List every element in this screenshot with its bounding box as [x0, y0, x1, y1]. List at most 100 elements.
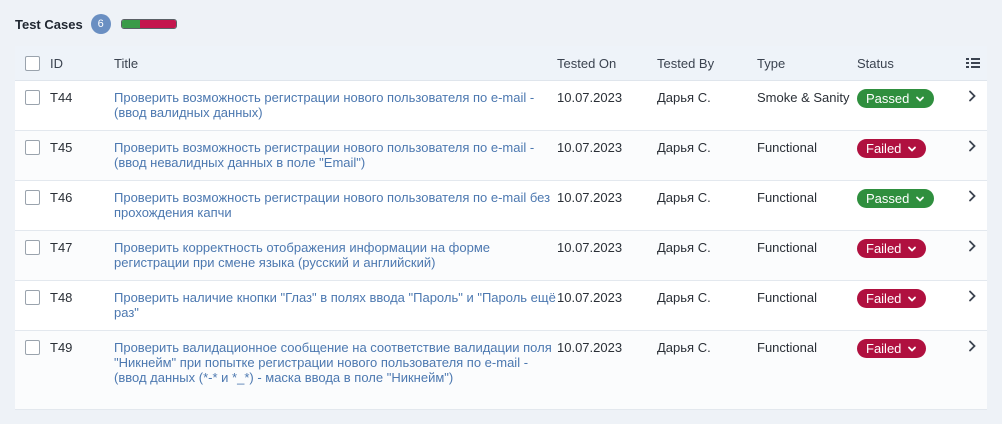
row-title-link[interactable]: Проверить возможность регистрации нового… [114, 90, 557, 120]
row-type: Functional [757, 290, 817, 305]
row-tested-by: Дарья С. [657, 90, 711, 105]
progress-failed-segment [139, 20, 176, 28]
row-tested-on: 10.07.2023 [557, 240, 623, 255]
column-header-title[interactable]: Title [114, 56, 557, 71]
row-type: Functional [757, 340, 817, 355]
row-tested-by: Дарья С. [657, 340, 711, 355]
row-id: T49 [50, 340, 73, 355]
row-tested-by: Дарья С. [657, 140, 711, 155]
row-checkbox[interactable] [24, 240, 40, 255]
columns-list-icon [965, 58, 980, 68]
row-tested-by: Дарья С. [657, 240, 711, 255]
table-row[interactable]: T49 Проверить валидационное сообщение на… [15, 331, 987, 410]
chevron-right-icon [969, 340, 976, 352]
row-tested-by: Дарья С. [657, 290, 711, 305]
chevron-right-icon [969, 190, 976, 202]
row-status-cell: Passed [857, 189, 957, 208]
status-dropdown[interactable]: Passed [857, 189, 935, 208]
status-label: Passed [866, 91, 910, 106]
chevron-down-icon [916, 96, 925, 102]
column-header-type[interactable]: Type [757, 56, 857, 71]
count-badge: 6 [90, 14, 111, 34]
row-open-button[interactable] [957, 90, 988, 102]
column-header-status[interactable]: Status [857, 56, 957, 71]
chevron-down-icon [908, 246, 917, 252]
row-status-cell: Failed [857, 139, 957, 158]
row-type: Functional [757, 190, 817, 205]
chevron-down-icon [908, 146, 917, 152]
row-type: Functional [757, 140, 817, 155]
page-title: Test Cases [15, 16, 83, 32]
test-cases-table: ID Title Tested On Tested By Type Status… [15, 46, 987, 410]
status-label: Failed [866, 341, 902, 356]
row-checkbox[interactable] [24, 290, 40, 305]
row-id: T47 [50, 240, 73, 255]
row-title-link[interactable]: Проверить возможность регистрации нового… [114, 190, 557, 220]
row-select-cell [15, 340, 49, 355]
row-title-link[interactable]: Проверить корректность отображения инфор… [114, 240, 557, 270]
row-title-link[interactable]: Проверить валидационное сообщение на соо… [114, 340, 557, 385]
table-row[interactable]: T47 Проверить корректность отображения и… [15, 231, 987, 281]
column-header-tested-by[interactable]: Tested By [657, 56, 757, 71]
row-status-cell: Failed [857, 239, 957, 258]
row-tested-on: 10.07.2023 [557, 90, 623, 105]
table-row[interactable]: T48 Проверить наличие кнопки "Глаз" в по… [15, 281, 987, 331]
row-tested-by: Дарья С. [657, 190, 711, 205]
row-id: T45 [50, 140, 73, 155]
column-header-id[interactable]: ID [49, 56, 114, 71]
row-title-link[interactable]: Проверить наличие кнопки "Глаз" в полях … [114, 290, 557, 320]
row-status-cell: Failed [857, 289, 957, 308]
chevron-right-icon [969, 140, 976, 152]
status-label: Passed [866, 191, 910, 206]
row-open-button[interactable] [957, 140, 988, 152]
row-tested-on: 10.07.2023 [557, 190, 623, 205]
row-open-button[interactable] [957, 240, 988, 252]
status-label: Failed [866, 291, 902, 306]
row-tested-on: 10.07.2023 [557, 340, 623, 355]
row-tested-on: 10.07.2023 [557, 140, 623, 155]
progress-passed-segment [121, 20, 140, 28]
table-row[interactable]: T45 Проверить возможность регистрации но… [15, 131, 987, 181]
select-all-checkbox[interactable] [24, 55, 40, 71]
status-progress-bar [120, 19, 177, 29]
status-label: Failed [866, 241, 902, 256]
row-tested-on: 10.07.2023 [557, 290, 623, 305]
row-id: T46 [50, 190, 73, 205]
page-header: Test Cases 6 [15, 12, 177, 36]
status-dropdown[interactable]: Failed [857, 239, 927, 258]
row-checkbox[interactable] [24, 190, 40, 205]
row-title-link[interactable]: Проверить возможность регистрации нового… [114, 140, 557, 170]
row-checkbox[interactable] [24, 140, 40, 155]
row-id: T48 [50, 290, 73, 305]
row-id: T44 [50, 90, 73, 105]
column-header-tested-on[interactable]: Tested On [557, 56, 657, 71]
status-dropdown[interactable]: Failed [857, 339, 927, 358]
row-open-button[interactable] [957, 340, 988, 352]
status-dropdown[interactable]: Failed [857, 289, 927, 308]
select-all-cell [15, 55, 49, 71]
row-select-cell [15, 90, 49, 105]
chevron-down-icon [916, 196, 925, 202]
row-type: Functional [757, 240, 817, 255]
chevron-right-icon [969, 90, 976, 102]
status-dropdown[interactable]: Failed [857, 139, 927, 158]
row-open-button[interactable] [957, 190, 988, 202]
status-dropdown[interactable]: Passed [857, 89, 935, 108]
row-status-cell: Failed [857, 339, 957, 358]
status-label: Failed [866, 141, 902, 156]
table-row[interactable]: T46 Проверить возможность регистрации но… [15, 181, 987, 231]
row-select-cell [15, 240, 49, 255]
row-type: Smoke & Sanity [757, 90, 850, 105]
column-settings-button[interactable] [957, 57, 988, 69]
table-row[interactable]: T44 Проверить возможность регистрации но… [15, 81, 987, 131]
row-open-button[interactable] [957, 290, 988, 302]
chevron-down-icon [908, 346, 917, 352]
table-body: T44 Проверить возможность регистрации но… [15, 81, 987, 410]
chevron-right-icon [969, 290, 976, 302]
row-status-cell: Passed [857, 89, 957, 108]
chevron-down-icon [908, 296, 917, 302]
row-select-cell [15, 290, 49, 305]
row-select-cell [15, 190, 49, 205]
row-checkbox[interactable] [24, 340, 40, 355]
row-checkbox[interactable] [24, 90, 40, 105]
